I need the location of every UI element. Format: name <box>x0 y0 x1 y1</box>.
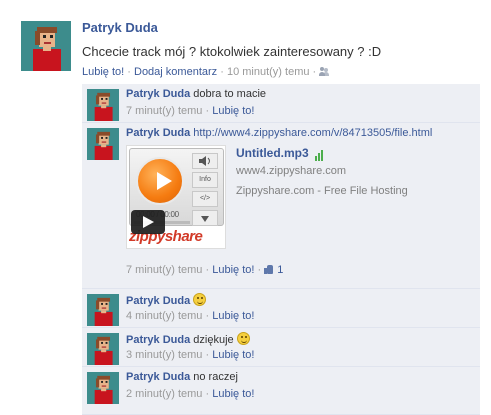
comment-avatar[interactable] <box>87 294 119 326</box>
separator: · <box>257 264 262 276</box>
comment-meta: 7 minut(y) temu · Lubię to! · 1 <box>126 264 283 276</box>
smile-emoji-icon <box>193 293 207 306</box>
comment-list: Patryk Duda dobra to macie 7 minut(y) te… <box>82 84 480 415</box>
separator: · <box>205 388 210 400</box>
comment-like-link[interactable]: Lubię to! <box>212 310 254 322</box>
comment-url-link[interactable]: http://www4.zippyshare.com/v/84713505/fi… <box>193 127 432 139</box>
comment-meta: 3 minut(y) temu · Lubię to! <box>126 349 254 361</box>
comment-avatar[interactable] <box>87 89 119 121</box>
pixel-avatar-image <box>87 89 119 121</box>
comment-text: dobra to macie <box>193 88 267 100</box>
attachment-title[interactable]: Untitled.mp3 <box>236 146 324 161</box>
separator: · <box>312 66 317 78</box>
comment-text: dziękuje <box>193 334 234 346</box>
comment-body: Patryk Duda no raczej <box>126 371 238 383</box>
comment-author[interactable]: Patryk Duda <box>126 371 190 383</box>
comment-timestamp[interactable]: 7 minut(y) temu <box>126 264 202 276</box>
comment-like-link[interactable]: Lubię to! <box>212 349 254 361</box>
attachment-title-text[interactable]: Untitled.mp3 <box>236 146 309 160</box>
separator: · <box>205 264 210 276</box>
add-comment-link[interactable]: Dodaj komentarz <box>134 66 217 78</box>
video-play-icon[interactable] <box>131 210 165 234</box>
attachment-description: Zippyshare.com - Free File Hosting <box>236 185 408 197</box>
pixel-avatar-image <box>21 21 71 71</box>
pixel-avatar-image <box>87 372 119 404</box>
info-button[interactable]: Info <box>192 172 218 188</box>
feed-post: Patryk Duda Chcecie track mój ? ktokolwi… <box>0 0 491 415</box>
pixel-avatar-image <box>87 294 119 326</box>
comment-body: Patryk Duda dziękuje <box>126 332 250 346</box>
separator: · <box>205 349 210 361</box>
comment-meta: 4 minut(y) temu · Lubię to! <box>126 310 254 322</box>
comment-like-link[interactable]: Lubię to! <box>212 388 254 400</box>
comment-meta: 7 minut(y) temu · Lubię to! <box>126 105 254 117</box>
comment-timestamp[interactable]: 7 minut(y) temu <box>126 105 202 117</box>
people-icon[interactable] <box>319 67 330 76</box>
pixel-avatar-image <box>87 128 119 160</box>
comment-avatar[interactable] <box>87 128 119 160</box>
thumbs-up-icon <box>264 265 274 274</box>
smile-emoji-icon <box>236 332 250 345</box>
comment-body: Patryk Duda <box>126 293 207 307</box>
comment-author[interactable]: Patryk Duda <box>126 334 190 346</box>
comment-author[interactable]: Patryk Duda <box>126 295 190 307</box>
volume-icon[interactable] <box>192 153 218 169</box>
comment-item: Patryk Duda 4 minut(y) temu · Lubię to! <box>82 289 480 328</box>
separator: · <box>127 66 131 78</box>
post-text: Chcecie track mój ? ktokolwiek zainteres… <box>82 44 382 59</box>
separator: · <box>205 105 210 117</box>
comment-meta: 2 minut(y) temu · Lubię to! <box>126 388 254 400</box>
comment-item: Patryk Duda no raczej 2 minut(y) temu · … <box>82 367 480 415</box>
comment-item: Patryk Duda dobra to macie 7 minut(y) te… <box>82 84 480 123</box>
signal-bars-icon <box>315 147 324 161</box>
comment-item: Patryk Duda dziękuje 3 minut(y) temu · L… <box>82 328 480 367</box>
comment-author[interactable]: Patryk Duda <box>126 127 190 139</box>
like-count-value[interactable]: 1 <box>277 264 283 276</box>
comment-body: Patryk Duda dobra to macie <box>126 88 266 100</box>
like-count[interactable]: 1 <box>264 264 283 276</box>
comment-item: Patryk Duda http://www4.zippyshare.com/v… <box>82 123 480 289</box>
comment-body: Patryk Duda http://www4.zippyshare.com/v… <box>126 127 432 139</box>
comment-timestamp[interactable]: 2 minut(y) temu <box>126 388 202 400</box>
play-icon[interactable] <box>136 157 184 205</box>
embed-button[interactable]: </> <box>192 191 218 207</box>
post-timestamp[interactable]: 10 minut(y) temu <box>227 66 310 78</box>
comment-timestamp[interactable]: 4 minut(y) temu <box>126 310 202 322</box>
separator: · <box>205 310 210 322</box>
comment-like-link[interactable]: Lubię to! <box>212 105 254 117</box>
attachment-caption: www4.zippyshare.com <box>236 165 347 177</box>
post-meta: Lubię to! · Dodaj komentarz · 10 minut(y… <box>82 66 330 78</box>
avatar[interactable] <box>21 21 71 71</box>
comment-author[interactable]: Patryk Duda <box>126 88 190 100</box>
comment-timestamp[interactable]: 3 minut(y) temu <box>126 349 202 361</box>
link-attachment[interactable]: Info </> 00:00 / 00:00 zippyshare Untitl… <box>126 145 471 251</box>
separator: · <box>220 66 224 78</box>
attachment-thumbnail[interactable]: Info </> 00:00 / 00:00 zippyshare <box>126 145 226 249</box>
comment-avatar[interactable] <box>87 372 119 404</box>
comment-avatar[interactable] <box>87 333 119 365</box>
download-icon[interactable] <box>192 210 218 226</box>
comment-like-link[interactable]: Lubię to! <box>212 264 254 276</box>
comment-text: no raczej <box>193 371 238 383</box>
post-author[interactable]: Patryk Duda <box>82 20 158 35</box>
pixel-avatar-image <box>87 333 119 365</box>
like-link[interactable]: Lubię to! <box>82 66 124 78</box>
